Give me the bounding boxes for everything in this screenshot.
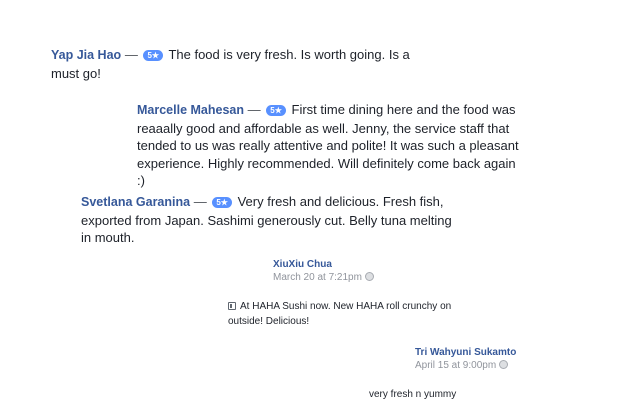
rating-badge[interactable]: 5★ — [266, 105, 286, 116]
globe-icon — [499, 360, 509, 369]
globe-icon — [364, 272, 374, 281]
post-text: very fresh n yummy — [369, 387, 569, 402]
reviewer-name[interactable]: Marcelle Mahesan — [137, 103, 244, 117]
post-time-text[interactable]: April 15 at 9:00pm — [415, 360, 496, 371]
post-text-content: At HAHA Sushi now. New HAHA roll crunchy… — [228, 301, 452, 327]
review-item: Marcelle Mahesan — 5★ First time dining … — [137, 101, 525, 190]
separator: — — [247, 102, 261, 117]
post-text: At HAHA Sushi now. New HAHA roll crunchy… — [228, 299, 488, 329]
page: { "reviews": [ { "reviewer": "Yap Jia Ha… — [0, 0, 640, 420]
place-icon — [228, 302, 236, 310]
rating-badge[interactable]: 5★ — [212, 197, 232, 208]
post-author-name[interactable]: XiuXiu Chua — [273, 258, 332, 271]
review-item: Svetlana Garanina — 5★ Very fresh and de… — [81, 193, 463, 247]
separator: — — [193, 194, 207, 209]
post-timestamp: April 15 at 9:00pm — [415, 359, 509, 372]
reviewer-name[interactable]: Svetlana Garanina — [81, 195, 190, 209]
separator: — — [124, 47, 138, 62]
post-author-name[interactable]: Tri Wahyuni Sukamto — [415, 346, 516, 359]
rating-badge[interactable]: 5★ — [143, 50, 164, 61]
post-time-text[interactable]: March 20 at 7:21pm — [273, 272, 362, 283]
reviewer-name[interactable]: Yap Jia Hao — [51, 48, 121, 62]
post-text-content: very fresh n yummy — [369, 389, 457, 400]
review-item: Yap Jia Hao — 5★ The food is very fresh.… — [51, 46, 423, 82]
post-timestamp: March 20 at 7:21pm — [273, 271, 374, 284]
